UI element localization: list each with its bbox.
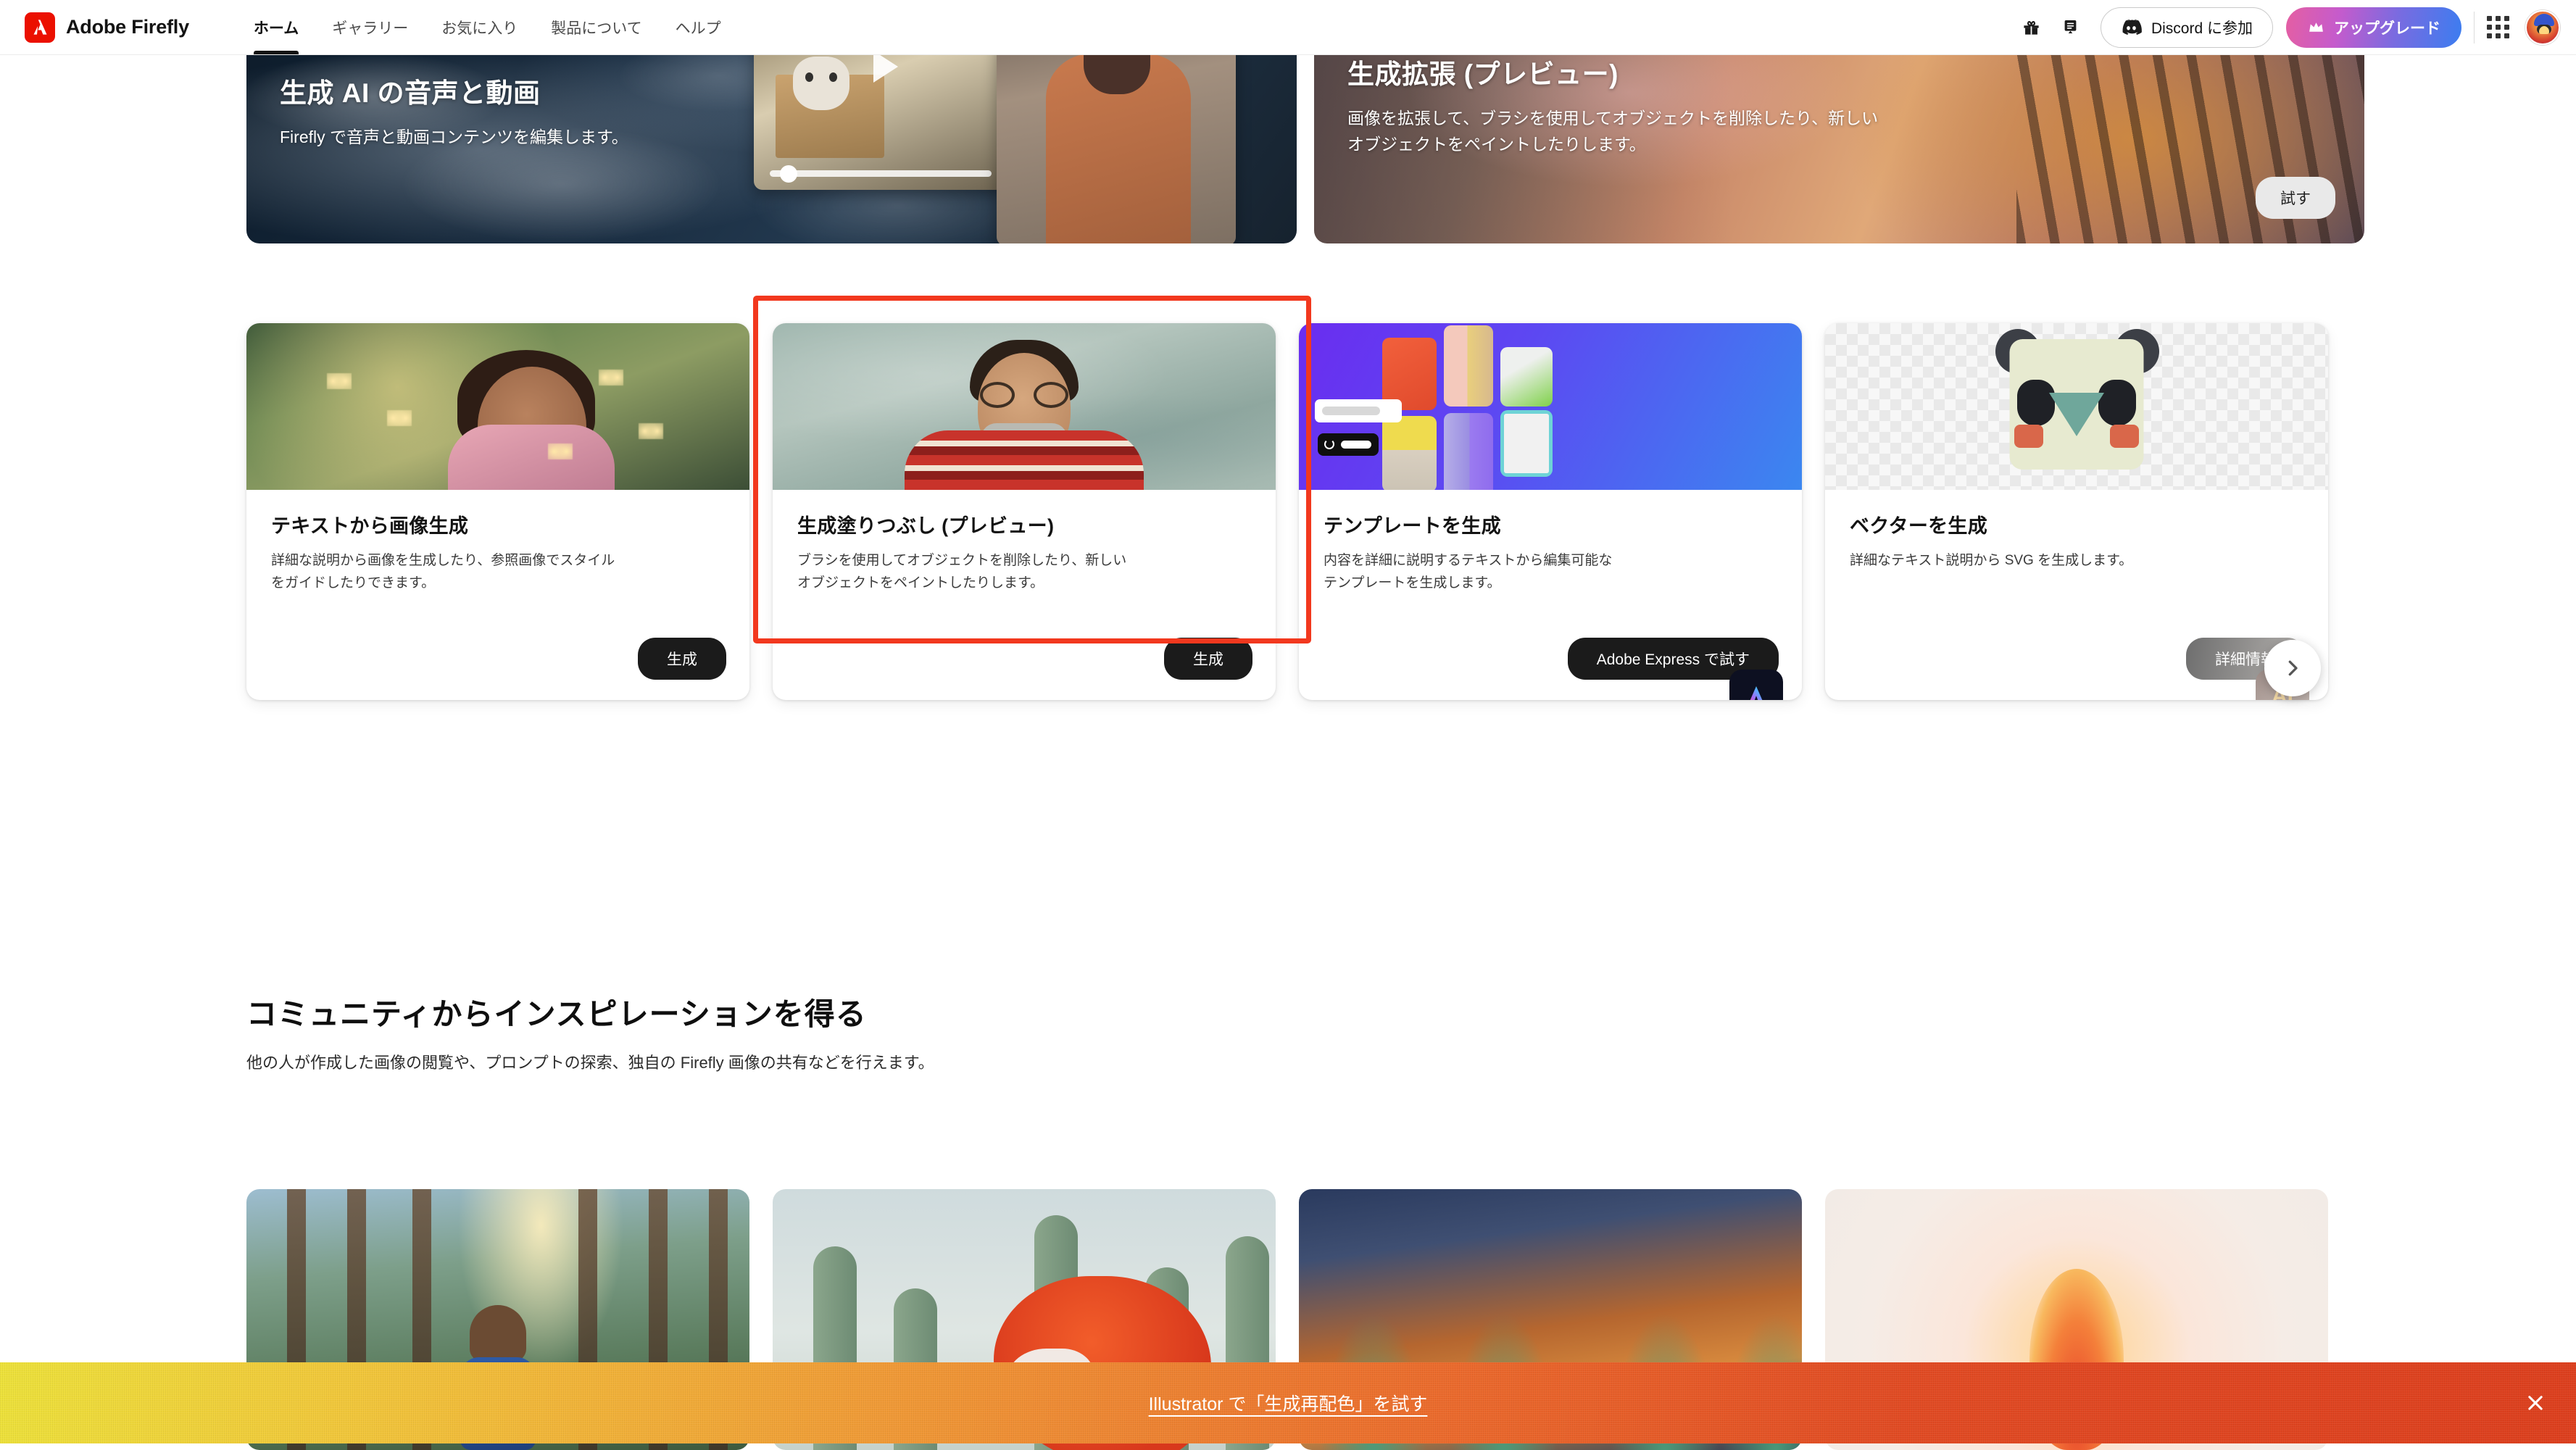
card-generate-button[interactable]: 生成: [1164, 638, 1252, 680]
hero-banner-row: 生成 AI の音声と動画 Firefly で音声と動画コンテンツを編集します。 …: [246, 33, 2364, 243]
nav-item-help[interactable]: ヘルプ: [659, 0, 738, 54]
feature-card-generate-template[interactable]: テンプレートを生成 内容を詳細に説明するテキストから編集可能な テンプレートを生…: [1299, 323, 1802, 700]
chevron-right-icon: [2282, 657, 2303, 679]
card-generate-button[interactable]: 生成: [638, 638, 726, 680]
community-section: コミュニティからインスピレーションを得る 他の人が作成した画像の閲覧や、プロンプ…: [246, 990, 2364, 1073]
card-thumbnail-girl-butterflies: [246, 323, 749, 490]
gift-icon[interactable]: [2012, 8, 2051, 47]
card-body: テンプレートを生成 内容を詳細に説明するテキストから編集可能な テンプレートを生…: [1299, 490, 1802, 700]
nav-item-about[interactable]: 製品について: [534, 0, 658, 54]
hero-video-thumb-person: [997, 33, 1236, 243]
promo-banner-link[interactable]: Illustrator で「生成再配色」を試す: [1149, 1390, 1428, 1416]
feedback-icon[interactable]: [2051, 8, 2090, 47]
carousel-next-button[interactable]: [2264, 640, 2321, 696]
card-description: 内容を詳細に説明するテキストから編集可能な テンプレートを生成します。: [1324, 550, 1777, 595]
card-thumbnail-man-portrait: [773, 323, 1276, 490]
hero-a-description: Firefly で音声と動画コンテンツを編集します。: [280, 125, 932, 151]
feature-card-generative-fill[interactable]: 生成塗りつぶし (プレビュー) ブラシを使用してオブジェクトを削除したり、新しい…: [773, 323, 1276, 700]
page-content: 生成 AI の音声と動画 Firefly で音声と動画コンテンツを編集します。 …: [0, 55, 2576, 1443]
card-thumbnail-templates: [1299, 323, 1802, 490]
header-divider: [2474, 12, 2475, 43]
hero-card-generative-expand[interactable]: 生成拡張 (プレビュー) 画像を拡張して、ブラシを使用してオブジェクトを削除した…: [1314, 33, 2364, 243]
hero-a-text: 生成 AI の音声と動画 Firefly で音声と動画コンテンツを編集します。: [280, 71, 932, 151]
feature-card-generate-vector[interactable]: AI ベクターを生成 詳細なテキスト説明から SVG を生成します。 詳細情報: [1825, 323, 2328, 700]
hero-b-text: 生成拡張 (プレビュー) 画像を拡張して、ブラシを使用してオブジェクトを削除した…: [1347, 52, 2000, 157]
card-body: 生成塗りつぶし (プレビュー) ブラシを使用してオブジェクトを削除したり、新しい…: [773, 490, 1276, 700]
crown-icon: [2307, 18, 2325, 36]
card-description: ブラシを使用してオブジェクトを削除したり、新しい オブジェクトをペイントしたりし…: [797, 550, 1251, 595]
card-thumbnail-panda-vector: [1825, 323, 2328, 490]
brand[interactable]: Adobe Firefly: [25, 12, 189, 43]
nav-item-favorites[interactable]: お気に入り: [425, 0, 534, 54]
promo-banner: Illustrator で「生成再配色」を試す: [0, 1362, 2576, 1443]
feature-card-text-to-image[interactable]: テキストから画像生成 詳細な説明から画像を生成したり、参照画像でスタイル をガイ…: [246, 323, 749, 700]
brand-name: Adobe Firefly: [66, 16, 189, 38]
join-discord-button[interactable]: Discord に参加: [2101, 7, 2273, 48]
hero-a-title: 生成 AI の音声と動画: [280, 71, 932, 110]
upgrade-label: アップグレード: [2334, 17, 2440, 38]
card-description: 詳細なテキスト説明から SVG を生成します。: [1850, 550, 2303, 572]
hero-b-description: 画像を拡張して、ブラシを使用してオブジェクトを削除したり、新しい オブジェクトを…: [1347, 106, 2000, 157]
nav-item-home[interactable]: ホーム: [237, 0, 315, 54]
card-body: テキストから画像生成 詳細な説明から画像を生成したり、参照画像でスタイル をガイ…: [246, 490, 749, 700]
card-title: ベクターを生成: [1850, 510, 2303, 538]
hero-b-try-button[interactable]: 試す: [2256, 177, 2335, 219]
nav-item-gallery[interactable]: ギャラリー: [315, 0, 425, 54]
app-grid-icon[interactable]: [2487, 16, 2509, 38]
header-actions: Discord に参加 アップグレード: [2012, 7, 2576, 48]
feature-cards-row: テキストから画像生成 詳細な説明から画像を生成したり、参照画像でスタイル をガイ…: [246, 323, 2364, 700]
community-subtitle: 他の人が作成した画像の閲覧や、プロンプトの探索、独自の Firefly 画像の共…: [246, 1050, 2364, 1073]
discord-icon: [2121, 17, 2142, 38]
card-description: 詳細な説明から画像を生成したり、参照画像でスタイル をガイドしたりできます。: [271, 550, 725, 595]
card-body: ベクターを生成 詳細なテキスト説明から SVG を生成します。 詳細情報: [1825, 490, 2328, 700]
close-icon[interactable]: [2519, 1387, 2551, 1419]
hero-b-title: 生成拡張 (プレビュー): [1347, 52, 2000, 91]
hero-card-audio-video[interactable]: 生成 AI の音声と動画 Firefly で音声と動画コンテンツを編集します。: [246, 33, 1297, 243]
card-title: テキストから画像生成: [271, 510, 725, 538]
adobe-express-logo-icon: [1729, 670, 1783, 700]
community-title: コミュニティからインスピレーションを得る: [246, 990, 2364, 1034]
card-title: 生成塗りつぶし (プレビュー): [797, 510, 1251, 538]
user-avatar[interactable]: [2525, 10, 2560, 45]
app-header: Adobe Firefly ホーム ギャラリー お気に入り 製品について ヘルプ: [0, 0, 2576, 55]
card-title: テンプレートを生成: [1324, 510, 1777, 538]
discord-label: Discord に参加: [2151, 17, 2253, 38]
upgrade-button[interactable]: アップグレード: [2286, 7, 2461, 48]
adobe-a-logo-icon: [25, 12, 55, 43]
main-nav: ホーム ギャラリー お気に入り 製品について ヘルプ: [237, 0, 738, 54]
